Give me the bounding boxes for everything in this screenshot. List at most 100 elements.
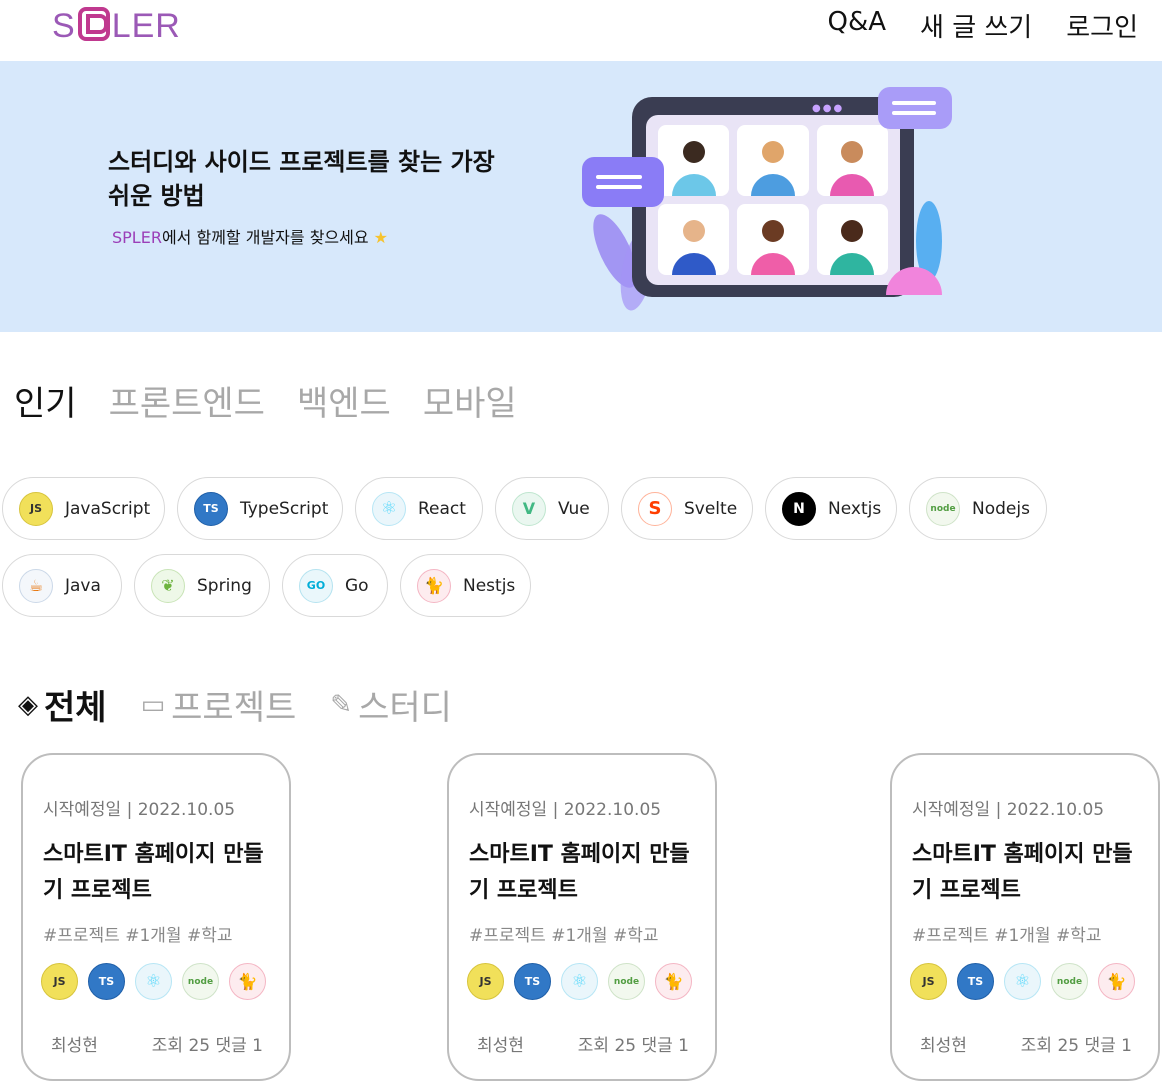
- javascript-icon: JS: [41, 963, 78, 1000]
- react-icon: ⚛: [372, 491, 406, 526]
- stack-chip-label: React: [418, 498, 466, 519]
- stack-chip-java[interactable]: ☕ Java: [2, 554, 122, 617]
- post-stacks: JS TS ⚛ node 🐈: [910, 963, 1135, 1000]
- stack-row: JS JavaScript TS TypeScript ⚛ React V Vu…: [2, 477, 1162, 540]
- nestjs-icon: 🐈: [1098, 963, 1135, 1000]
- hero-banner: 스터디와 사이드 프로젝트를 찾는 가장 쉬운 방법 SPLER에서 함께할 개…: [0, 61, 1162, 332]
- spring-icon: ❦: [151, 568, 185, 603]
- post-stacks: JS TS ⚛ node 🐈: [41, 963, 266, 1000]
- avatar-tile: [816, 125, 888, 196]
- post-card[interactable]: 시작예정일 | 2022.10.05 스마트IT 홈페이지 만들기 프로젝트 #…: [21, 753, 291, 1081]
- nav-qna-link[interactable]: Q&A: [827, 7, 886, 44]
- typescript-icon: TS: [957, 963, 994, 1000]
- post-meta: 최성현 조회 25 댓글 1: [920, 1031, 1132, 1056]
- post-stats: 조회 25 댓글 1: [1020, 1036, 1132, 1056]
- tab-label: 전체: [44, 688, 107, 728]
- post-author: 최성현: [51, 1036, 98, 1056]
- nodejs-icon: node: [608, 963, 645, 1000]
- post-tags: #프로젝트 #1개월 #학교: [912, 926, 1102, 946]
- typescript-icon: TS: [88, 963, 125, 1000]
- post-title: 스마트IT 홈페이지 만들기 프로젝트: [469, 842, 690, 903]
- stack-chip-label: Nodejs: [972, 498, 1030, 519]
- stack-chip-go[interactable]: GO Go: [282, 554, 388, 617]
- stack-chip-typescript[interactable]: TS TypeScript: [177, 477, 343, 540]
- chat-bubble-icon: [878, 87, 952, 129]
- tab-study[interactable]: ✎ 스터디: [330, 680, 452, 729]
- chat-bubble-icon: [582, 157, 664, 207]
- banner-mini-logo: SPLER: [112, 228, 162, 247]
- banner-subtitle-text: 에서 함께할 개발자를 찾으세요: [161, 228, 369, 247]
- javascript-icon: JS: [467, 963, 504, 1000]
- stack-chip-label: Vue: [558, 498, 590, 519]
- tablet-dots: ●●●: [812, 103, 845, 114]
- logo-p-mark: [77, 7, 110, 41]
- stack-filter: JS JavaScript TS TypeScript ⚛ React V Vu…: [2, 477, 1162, 631]
- stack-chip-label: Nestjs: [463, 575, 516, 596]
- stack-row: ☕ Java ❦ Spring GO Go 🐈 Nestjs: [2, 554, 1162, 617]
- avatar-tile: [737, 204, 809, 275]
- post-meta: 최성현 조회 25 댓글 1: [477, 1031, 689, 1056]
- tablet-illustration: ●●●: [632, 97, 914, 297]
- nestjs-icon: 🐈: [417, 568, 451, 603]
- tab-backend[interactable]: 백엔드: [297, 376, 391, 425]
- tab-label: 프로젝트: [171, 688, 297, 728]
- tab-project[interactable]: ▭ 프로젝트: [141, 680, 297, 729]
- post-card[interactable]: 시작예정일 | 2022.10.05 스마트IT 홈페이지 만들기 프로젝트 #…: [447, 753, 717, 1081]
- stack-chip-javascript[interactable]: JS JavaScript: [2, 477, 165, 540]
- post-tags: #프로젝트 #1개월 #학교: [469, 926, 659, 946]
- post-tags: #프로젝트 #1개월 #학교: [43, 926, 233, 946]
- tab-frontend[interactable]: 프론트엔드: [109, 376, 265, 425]
- post-type-tabs: ◈ 전체 ▭ 프로젝트 ✎ 스터디: [18, 680, 486, 729]
- pencil-icon: ✎: [330, 689, 353, 720]
- nestjs-icon: 🐈: [655, 963, 692, 1000]
- stack-chip-nextjs[interactable]: N Nextjs: [765, 477, 897, 540]
- logo[interactable]: S LER: [52, 3, 181, 46]
- stack-chip-label: Spring: [197, 575, 252, 596]
- stack-chip-label: JavaScript: [65, 498, 151, 519]
- java-icon: ☕: [19, 568, 53, 603]
- stack-chip-nestjs[interactable]: 🐈 Nestjs: [400, 554, 531, 617]
- go-icon: GO: [299, 568, 333, 603]
- stack-chip-label: Go: [345, 575, 369, 596]
- folder-icon: ▭: [140, 689, 166, 720]
- react-icon: ⚛: [1004, 963, 1041, 1000]
- post-stats: 조회 25 댓글 1: [577, 1036, 689, 1056]
- avatar-tile: [737, 125, 809, 196]
- javascript-icon: JS: [19, 491, 53, 526]
- post-author: 최성현: [477, 1036, 524, 1056]
- layers-icon: ◈: [18, 689, 38, 720]
- stack-chip-label: Svelte: [684, 498, 738, 519]
- tab-popular[interactable]: 인기: [14, 376, 77, 425]
- stack-chip-label: TypeScript: [240, 498, 329, 519]
- nav-write-link[interactable]: 새 글 쓰기: [920, 7, 1032, 44]
- post-start-date: 시작예정일 | 2022.10.05: [469, 800, 662, 820]
- nodejs-icon: node: [926, 491, 960, 526]
- category-tabs: 인기 프론트엔드 백엔드 모바일: [14, 376, 517, 425]
- top-nav: Q&A 새 글 쓰기 로그인: [827, 7, 1138, 44]
- nextjs-icon: N: [782, 491, 816, 526]
- tab-mobile[interactable]: 모바일: [423, 376, 517, 425]
- post-card[interactable]: 시작예정일 | 2022.10.05 스마트IT 홈페이지 만들기 프로젝트 #…: [890, 753, 1160, 1081]
- stack-chip-vue[interactable]: V Vue: [495, 477, 609, 540]
- post-stacks: JS TS ⚛ node 🐈: [467, 963, 692, 1000]
- stack-chip-spring[interactable]: ❦ Spring: [134, 554, 270, 617]
- svelte-icon: S: [638, 491, 672, 526]
- stack-chip-svelte[interactable]: S Svelte: [621, 477, 753, 540]
- avatar-tile: [658, 204, 730, 275]
- stack-chip-label: Nextjs: [828, 498, 882, 519]
- banner-title: 스터디와 사이드 프로젝트를 찾는 가장 쉬운 방법: [108, 148, 495, 210]
- typescript-icon: TS: [194, 491, 228, 526]
- post-start-date: 시작예정일 | 2022.10.05: [43, 800, 236, 820]
- avatar-tile: [816, 204, 888, 275]
- nav-login-link[interactable]: 로그인: [1066, 7, 1138, 44]
- star-icon: ★: [373, 228, 389, 247]
- nestjs-icon: 🐈: [229, 963, 266, 1000]
- react-icon: ⚛: [135, 963, 172, 1000]
- post-meta: 최성현 조회 25 댓글 1: [51, 1031, 263, 1056]
- stack-chip-nodejs[interactable]: node Nodejs: [909, 477, 1047, 540]
- tab-all[interactable]: ◈ 전체: [18, 680, 107, 729]
- stack-chip-react[interactable]: ⚛ React: [355, 477, 483, 540]
- avatar-tile: [658, 125, 730, 196]
- post-title: 스마트IT 홈페이지 만들기 프로젝트: [43, 842, 264, 903]
- post-start-date: 시작예정일 | 2022.10.05: [912, 800, 1105, 820]
